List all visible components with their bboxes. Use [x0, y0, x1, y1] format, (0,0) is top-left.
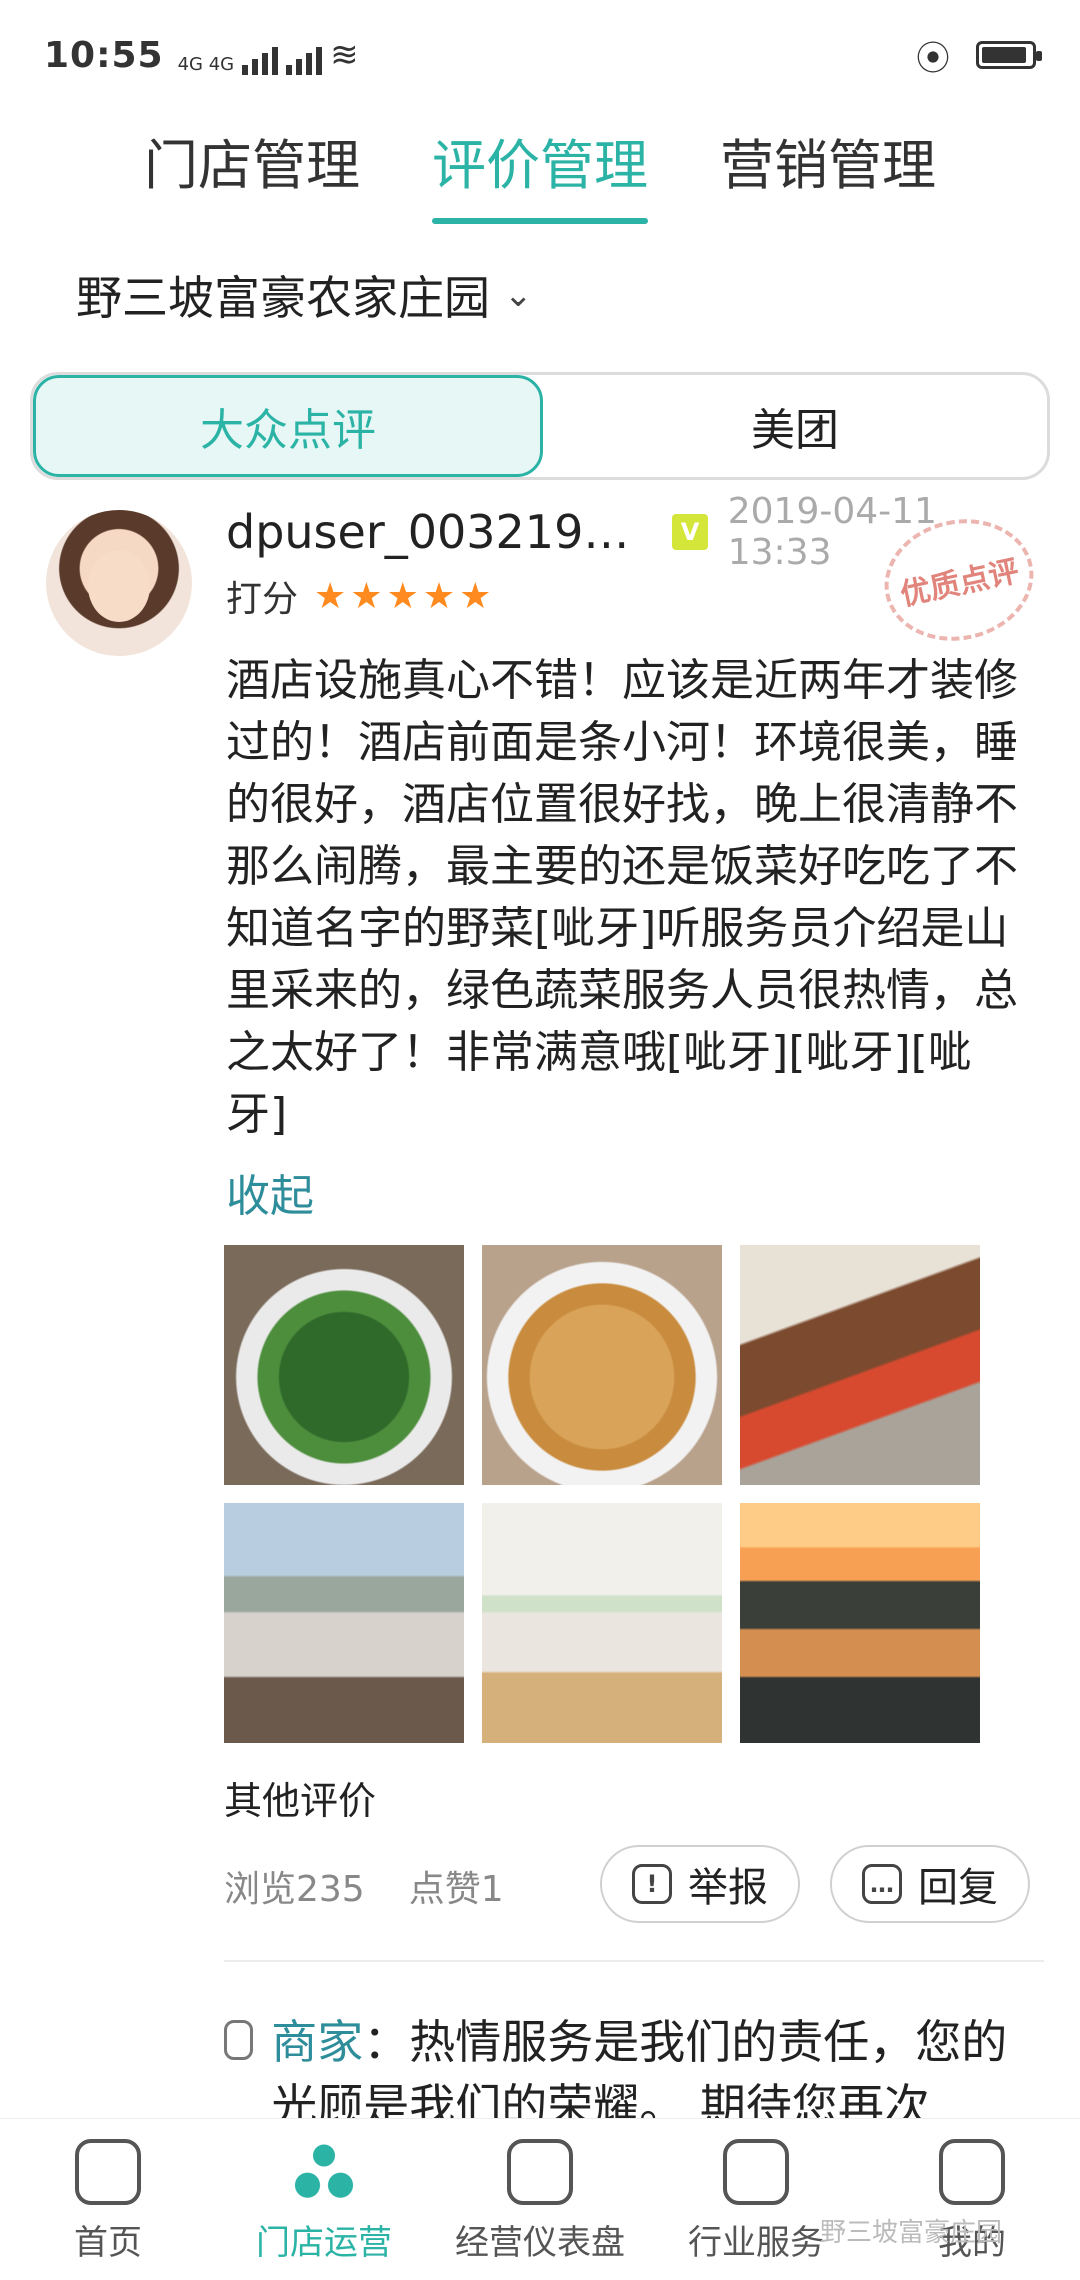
home-icon [75, 2139, 141, 2205]
star-icon: ★ [314, 575, 347, 617]
nav-home[interactable]: 首页 [8, 2139, 208, 2264]
bottom-navigation: 首页 门店运营 经营仪表盘 行业服务 我的 [0, 2118, 1080, 2280]
store-selector[interactable]: 野三坡富豪农家庄园 ⌄ [76, 262, 533, 328]
status-bar: 10:55 4G 4G ≋ ⦿ [0, 0, 1080, 110]
collapse-link[interactable]: 收起 [226, 1160, 314, 1224]
nav-store-operations-label: 门店运营 [256, 2223, 392, 2263]
star-icon: ★ [350, 575, 383, 617]
signal-indicators: 4G 4G ≋ [178, 35, 359, 75]
dashboard-icon [507, 2139, 573, 2205]
rating-label: 打分 [226, 579, 299, 620]
star-icon: ★ [459, 575, 492, 617]
photo-thumbnail[interactable] [482, 1245, 722, 1485]
segment-meituan[interactable]: 美团 [543, 375, 1047, 477]
photo-thumbnail[interactable] [224, 1245, 464, 1485]
photo-thumbnail[interactable] [482, 1503, 722, 1743]
star-icon: ★ [386, 575, 419, 617]
services-icon [723, 2139, 789, 2205]
report-button[interactable]: ! 举报 [600, 1845, 800, 1923]
comment-icon: … [862, 1864, 902, 1904]
store-name: 野三坡富豪农家庄园 [76, 271, 490, 325]
tab-marketing-management[interactable]: 营销管理 [720, 121, 936, 210]
photo-thumbnail[interactable] [224, 1503, 464, 1743]
tab-review-management[interactable]: 评价管理 [432, 121, 648, 224]
segment-dianping[interactable]: 大众点评 [33, 375, 543, 477]
top-tabs: 门店管理 评价管理 营销管理 [0, 110, 1080, 224]
wifi-icon: ≋ [330, 35, 359, 75]
username: dpuser_0032192… [226, 505, 651, 559]
rating-stars: ★ ★ ★ ★ ★ [314, 576, 491, 617]
merchant-label: 商家 [271, 2015, 364, 2069]
other-reviews-label: 其他评价 [224, 1779, 377, 1823]
status-time: 10:55 [44, 34, 164, 76]
photo-thumbnail[interactable] [740, 1503, 980, 1743]
comment-icon [224, 2020, 254, 2060]
platform-segment: 大众点评 美团 [30, 372, 1050, 480]
verified-badge-icon: V [672, 514, 708, 550]
review-metrics: 浏览235 点赞1 [224, 1860, 504, 1912]
rating: 打分 ★ ★ ★ ★ ★ [226, 570, 491, 622]
avatar[interactable] [46, 510, 192, 656]
chevron-down-icon: ⌄ [504, 275, 533, 315]
star-icon: ★ [422, 575, 456, 617]
nav-dashboard-label: 经营仪表盘 [455, 2223, 625, 2263]
views-count: 浏览235 [224, 1869, 365, 1910]
nav-industry-services-label: 行业服务 [688, 2223, 824, 2263]
reply-button[interactable]: … 回复 [830, 1845, 1030, 1923]
review-photos [224, 1245, 994, 1743]
nav-home-label: 首页 [74, 2223, 142, 2263]
likes-count: 点赞1 [408, 1869, 504, 1910]
user-icon [939, 2139, 1005, 2205]
divider [224, 1960, 1044, 1962]
report-label: 举报 [688, 1865, 768, 1911]
photo-thumbnail[interactable] [740, 1245, 980, 1485]
signal-bars-icon-2 [286, 47, 323, 75]
store-ops-icon [291, 2139, 357, 2205]
network-label: 4G 4G [177, 54, 235, 75]
signal-bars-icon [242, 47, 279, 75]
battery-icon [976, 41, 1042, 69]
location-icon: ⦿ [916, 38, 950, 79]
watermark: 野三坡富豪庄园 [820, 2218, 1003, 2248]
nav-dashboard[interactable]: 经营仪表盘 [440, 2139, 640, 2264]
reply-label: 回复 [918, 1865, 998, 1911]
tab-store-management[interactable]: 门店管理 [144, 121, 360, 210]
alert-icon: ! [632, 1864, 672, 1904]
review-text: 酒店设施真心不错！应该是近两年才装修过的！酒店前面是条小河！环境很美，睡的很好，… [226, 655, 1018, 1140]
nav-store-operations[interactable]: 门店运营 [224, 2139, 424, 2264]
